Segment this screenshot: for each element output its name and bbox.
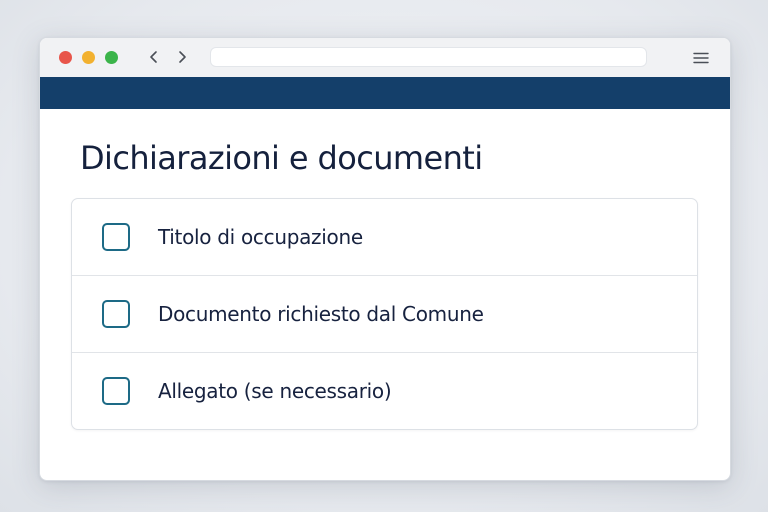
browser-window: Dichiarazioni e documenti Titolo di occu… bbox=[39, 37, 731, 481]
header-banner bbox=[40, 77, 730, 109]
checklist-item-allegato[interactable]: Allegato (se necessario) bbox=[72, 352, 697, 429]
checkbox[interactable] bbox=[102, 223, 130, 251]
checklist-item-label: Documento richiesto dal Comune bbox=[158, 302, 484, 326]
checklist-item-label: Titolo di occupazione bbox=[158, 225, 363, 249]
checkbox[interactable] bbox=[102, 377, 130, 405]
maximize-window-button[interactable] bbox=[105, 51, 118, 64]
checkbox[interactable] bbox=[102, 300, 130, 328]
chevron-left-icon bbox=[150, 51, 157, 63]
minimize-window-button[interactable] bbox=[82, 51, 95, 64]
address-bar[interactable] bbox=[210, 47, 647, 67]
checklist-item-documento-comune[interactable]: Documento richiesto dal Comune bbox=[72, 275, 697, 352]
forward-button[interactable] bbox=[171, 46, 193, 68]
browser-menu-button[interactable] bbox=[690, 47, 712, 69]
hamburger-menu-icon bbox=[693, 52, 709, 64]
back-button[interactable] bbox=[143, 46, 165, 68]
page-content: Dichiarazioni e documenti Titolo di occu… bbox=[40, 109, 730, 480]
documents-checklist: Titolo di occupazione Documento richiest… bbox=[71, 198, 698, 430]
page-title: Dichiarazioni e documenti bbox=[80, 139, 483, 177]
checklist-item-titolo-occupazione[interactable]: Titolo di occupazione bbox=[72, 199, 697, 275]
chevron-right-icon bbox=[179, 51, 186, 63]
browser-toolbar bbox=[40, 38, 730, 78]
checklist-item-label: Allegato (se necessario) bbox=[158, 379, 392, 403]
close-window-button[interactable] bbox=[59, 51, 72, 64]
